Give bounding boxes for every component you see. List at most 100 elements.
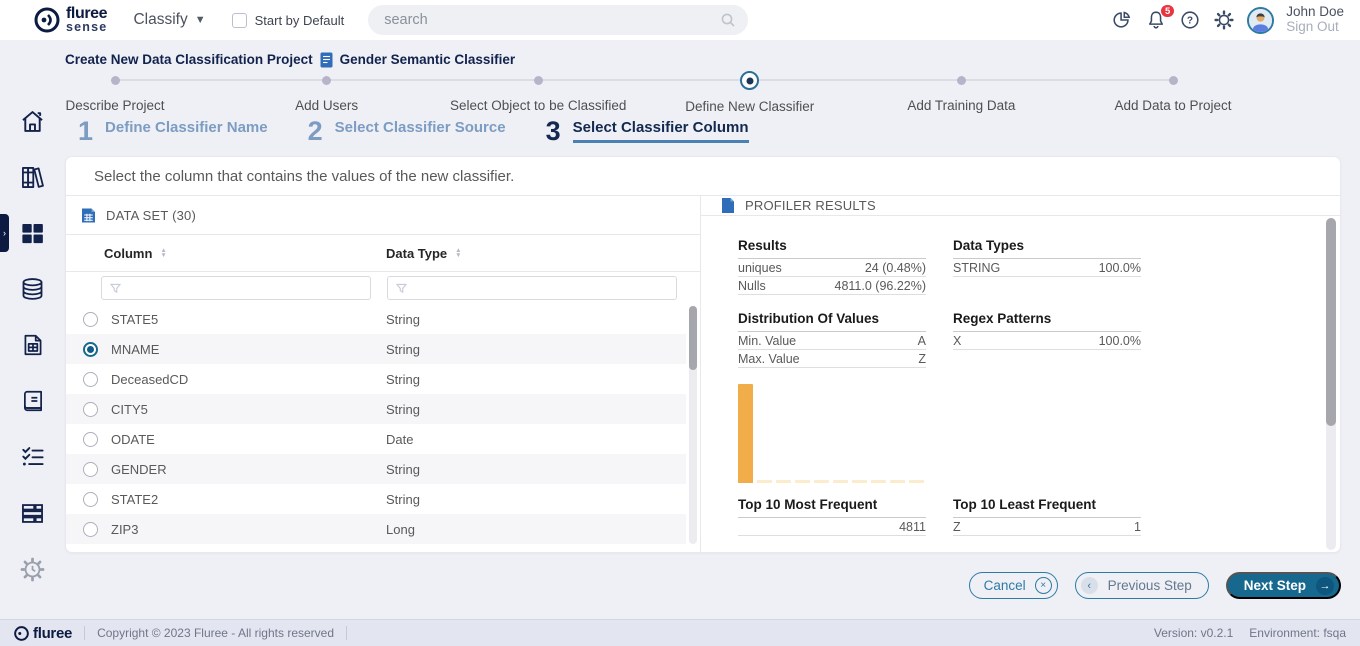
row-radio[interactable] xyxy=(83,492,98,507)
sidebar-item-library[interactable] xyxy=(0,149,65,205)
row-radio[interactable] xyxy=(83,342,98,357)
mini-row-label: Nulls xyxy=(738,279,766,293)
mini-row-label: Z xyxy=(953,520,961,534)
substep-label: Define Classifier Name xyxy=(105,119,268,143)
sort-icon: ▲▼ xyxy=(160,248,166,258)
table-row[interactable]: CITY5String xyxy=(66,394,686,424)
mini-table-row: Max. ValueZ xyxy=(738,350,926,368)
stepper-step[interactable]: Add Data to Project xyxy=(1063,70,1283,113)
profiler-scrollbar-thumb[interactable] xyxy=(1326,218,1336,426)
row-radio[interactable] xyxy=(83,522,98,537)
sidebar-item-tasks[interactable] xyxy=(0,429,65,485)
footer-divider xyxy=(84,626,85,640)
breadcrumb-parent: Create New Data Classification Project xyxy=(65,52,313,67)
brand-logo[interactable]: fluree sense xyxy=(34,6,107,34)
user-menu[interactable]: John Doe Sign Out xyxy=(1286,5,1344,34)
usage-pie-icon[interactable] xyxy=(1111,9,1133,31)
table-row[interactable]: STATE2String xyxy=(66,484,686,514)
avatar[interactable] xyxy=(1247,7,1274,34)
copyright-text: Copyright © 2023 Fluree - All rights res… xyxy=(97,626,334,640)
cancel-button[interactable]: Cancel × xyxy=(969,572,1058,599)
module-dropdown[interactable]: Classify ▼ xyxy=(133,11,205,29)
next-step-button[interactable]: Next Step → xyxy=(1226,572,1341,599)
row-radio[interactable] xyxy=(83,462,98,477)
step-label: Select Object to be Classified xyxy=(428,98,648,113)
sidebar-item-ledger[interactable] xyxy=(0,373,65,429)
mini-row-label: Min. Value xyxy=(738,334,796,348)
start-by-default-label: Start by Default xyxy=(255,13,345,28)
profiler-body: Resultsuniques24 (0.48%)Nulls4811.0 (96.… xyxy=(701,216,1340,552)
stepper-step[interactable]: Add Training Data xyxy=(851,70,1071,113)
column-header-label: Column xyxy=(104,246,152,261)
row-radio[interactable] xyxy=(83,312,98,327)
cell-column: ZIP3 xyxy=(111,522,386,537)
stepper-step[interactable]: Select Object to be Classified xyxy=(428,70,648,113)
funnel-icon xyxy=(395,282,408,295)
gear-icon[interactable] xyxy=(1213,9,1235,31)
table-row[interactable]: ODATEDate xyxy=(66,424,686,454)
settings-clock-icon xyxy=(19,556,46,583)
sidebar-item-projects[interactable] xyxy=(0,205,65,261)
step-dot xyxy=(534,76,543,85)
row-radio[interactable] xyxy=(83,372,98,387)
substep-select-classifier-column[interactable]: 3Select Classifier Column xyxy=(546,118,749,144)
footer: fluree Copyright © 2023 Fluree - All rig… xyxy=(0,619,1360,646)
row-radio[interactable] xyxy=(83,432,98,447)
table-row[interactable]: ZIP3Long xyxy=(66,514,686,544)
table-row[interactable]: GENDERString xyxy=(66,454,686,484)
cell-datatype: String xyxy=(386,462,420,477)
substep-define-classifier-name[interactable]: 1Define Classifier Name xyxy=(78,118,268,144)
cell-datatype: Long xyxy=(386,522,415,537)
search-icon xyxy=(720,12,736,28)
start-by-default-toggle[interactable]: Start by Default xyxy=(232,13,345,28)
svg-text:?: ? xyxy=(1187,16,1193,27)
cell-datatype: String xyxy=(386,492,420,507)
table-row[interactable]: STATE5String xyxy=(66,304,686,334)
cell-column: GENDER xyxy=(111,462,386,477)
sidebar-item-tables[interactable] xyxy=(0,485,65,541)
column-header-sort[interactable]: Column ▲▼ xyxy=(66,246,386,261)
mini-table-row: 4811 xyxy=(738,518,926,536)
profiler-scrollbar[interactable] xyxy=(1326,218,1336,550)
table-row[interactable]: MNAMEString xyxy=(66,334,686,364)
datatype-filter-input[interactable] xyxy=(387,276,677,300)
previous-step-button[interactable]: ‹ Previous Step xyxy=(1075,572,1209,599)
dataset-panel: DATA SET (30) Column ▲▼ Data Type ▲▼ xyxy=(66,196,701,552)
stepper-step[interactable]: Define New Classifier xyxy=(640,70,860,114)
mini-table-row: Nulls4811.0 (96.22%) xyxy=(738,277,926,295)
sidebar-item-datasets[interactable] xyxy=(0,317,65,373)
sidebar-item-database[interactable] xyxy=(0,261,65,317)
sidebar: › xyxy=(0,40,65,619)
histogram-bar xyxy=(852,480,867,483)
module-label: Classify xyxy=(133,11,187,29)
mini-row-value: Z xyxy=(918,352,926,366)
results-table: Resultsuniques24 (0.48%)Nulls4811.0 (96.… xyxy=(738,238,926,295)
database-icon xyxy=(19,276,46,303)
table-scrollbar-thumb[interactable] xyxy=(689,306,697,370)
table-scrollbar[interactable] xyxy=(689,306,697,544)
sidebar-item-scheduler[interactable] xyxy=(0,541,65,597)
sidebar-active-indicator[interactable]: › xyxy=(0,214,9,252)
stepper-step[interactable]: Add Users xyxy=(217,70,437,113)
cell-datatype: String xyxy=(386,342,420,357)
cell-column: STATE5 xyxy=(111,312,386,327)
sidebar-item-home[interactable] xyxy=(0,93,65,149)
bell-icon[interactable]: 5 xyxy=(1145,9,1167,31)
table-row[interactable]: DeceasedCDString xyxy=(66,364,686,394)
column-filter-input[interactable] xyxy=(101,276,371,300)
histogram-bar xyxy=(757,480,772,483)
search-bar[interactable] xyxy=(368,5,748,35)
search-input[interactable] xyxy=(384,12,720,28)
mini-table-row: uniques24 (0.48%) xyxy=(738,259,926,277)
step-label: Add Users xyxy=(217,98,437,113)
help-icon[interactable]: ? xyxy=(1179,9,1201,31)
sign-out-link[interactable]: Sign Out xyxy=(1286,20,1344,35)
substep-select-classifier-source[interactable]: 2Select Classifier Source xyxy=(308,118,506,144)
start-by-default-checkbox[interactable] xyxy=(232,13,247,28)
substep-label: Select Classifier Source xyxy=(335,119,506,143)
substep-label: Select Classifier Column xyxy=(573,119,749,143)
datatype-header-sort[interactable]: Data Type ▲▼ xyxy=(386,246,462,261)
row-radio[interactable] xyxy=(83,402,98,417)
step-dot xyxy=(322,76,331,85)
mini-table-row: Z1 xyxy=(953,518,1141,536)
